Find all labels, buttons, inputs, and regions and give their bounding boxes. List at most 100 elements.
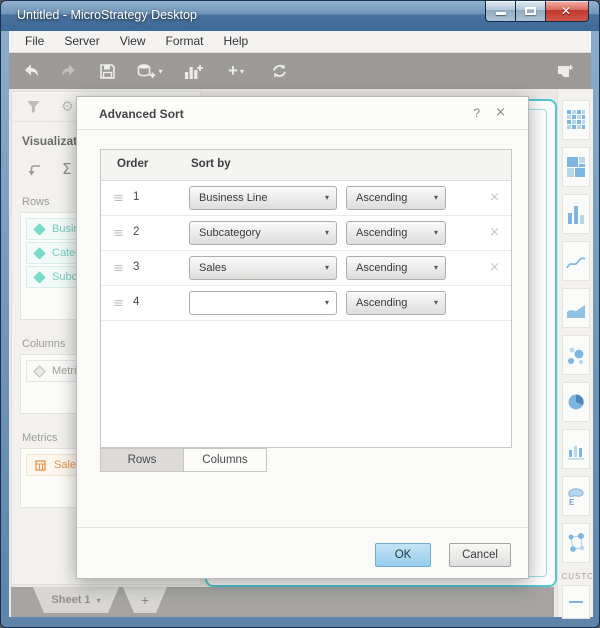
add-data-icon <box>138 63 156 78</box>
plus-icon: + <box>228 61 238 80</box>
tab-rows[interactable]: Rows <box>100 448 184 472</box>
order-number: 1 <box>133 191 140 203</box>
gear-icon[interactable]: ⚙ <box>61 99 74 115</box>
add-data-button[interactable]: ▾ <box>133 60 167 82</box>
direction-dropdown-3[interactable]: Ascending ▾ <box>346 256 446 280</box>
sheet-tab-sheet1[interactable]: Sheet 1 ▾ <box>33 587 119 613</box>
svg-text:E: E <box>569 498 575 507</box>
grid-icon <box>566 110 585 129</box>
menu-bar: File Server View Format Help <box>9 31 591 53</box>
add-visualization-button[interactable] <box>181 60 205 82</box>
undo-icon <box>25 64 38 77</box>
save-icon <box>99 63 115 79</box>
sortby-dropdown-1[interactable]: Business Line ▾ <box>189 186 337 210</box>
line-chart-icon <box>565 257 585 269</box>
attribute-diamond-icon <box>33 246 46 260</box>
refresh-icon <box>272 64 286 78</box>
sheet-bar: Sheet 1 ▾ + <box>11 587 554 617</box>
sort-table: Order Sort by ≡ 1 Business Line ▾ Ascend… <box>100 149 512 448</box>
pivot-icon[interactable] <box>26 162 42 177</box>
pie-chart-icon <box>568 394 584 410</box>
add-sheet-button[interactable]: + <box>123 587 167 613</box>
menu-file[interactable]: File <box>15 31 54 52</box>
menu-format[interactable]: Format <box>155 31 213 52</box>
gallery-line-chart[interactable] <box>561 241 590 281</box>
gallery-grid[interactable] <box>561 100 590 140</box>
drag-handle-icon[interactable]: ≡ <box>113 191 124 206</box>
refresh-button[interactable] <box>267 60 291 82</box>
sort-row-1: ≡ 1 Business Line ▾ Ascending ▾ × <box>101 181 511 216</box>
custom-visualization-icon <box>568 601 583 603</box>
toolbar: ▾ + ▾ <box>9 53 591 89</box>
sortby-dropdown-4[interactable]: ▾ <box>189 291 337 315</box>
gallery-custom-label: CUSTOM <box>561 572 592 581</box>
heat-map-icon <box>566 157 585 177</box>
menu-view[interactable]: View <box>110 31 156 52</box>
combo-chart-icon <box>567 446 584 460</box>
remove-row-icon[interactable]: × <box>489 225 500 240</box>
chevron-down-icon: ▾ <box>433 263 438 272</box>
caption-buttons: ✕ <box>485 1 589 22</box>
sigma-icon[interactable]: Σ <box>62 160 71 178</box>
remove-row-icon[interactable]: × <box>489 190 500 205</box>
metric-table-icon <box>35 459 46 471</box>
gallery-map[interactable]: E <box>561 476 590 516</box>
chevron-down-icon: ▾ <box>158 66 163 76</box>
gallery-custom-visualization[interactable] <box>561 585 590 619</box>
direction-dropdown-4[interactable]: Ascending ▾ <box>346 291 446 315</box>
gallery-area-chart[interactable] <box>561 288 590 328</box>
redo-button[interactable] <box>57 60 81 82</box>
maximize-icon <box>525 7 536 15</box>
drag-handle-icon[interactable]: ≡ <box>113 296 124 311</box>
menu-help[interactable]: Help <box>214 31 259 52</box>
direction-dropdown-2[interactable]: Ascending ▾ <box>346 221 446 245</box>
drag-handle-icon[interactable]: ≡ <box>113 226 124 241</box>
chevron-down-icon: ▾ <box>324 263 329 272</box>
gallery-bubble-chart[interactable] <box>561 335 590 375</box>
gallery-network[interactable] <box>561 523 590 563</box>
window-title: Untitled - MicroStrategy Desktop <box>17 8 197 22</box>
add-visualization-icon <box>184 64 203 79</box>
order-number: 2 <box>133 226 140 238</box>
advanced-sort-dialog: Advanced Sort ? × Order Sort by ≡ 1 Busi… <box>76 96 529 579</box>
minimize-button[interactable] <box>485 1 515 22</box>
area-chart-icon <box>566 305 585 318</box>
remove-row-icon[interactable]: × <box>489 260 500 275</box>
gallery-bar-chart[interactable] <box>561 194 590 234</box>
sortby-dropdown-2[interactable]: Subcategory ▾ <box>189 221 337 245</box>
maximize-button[interactable] <box>515 1 545 22</box>
drag-handle-icon[interactable]: ≡ <box>113 261 124 276</box>
redo-icon <box>62 64 75 77</box>
save-button[interactable] <box>95 60 119 82</box>
visualization-gallery: E CUSTOM <box>557 89 593 619</box>
column-header-sortby: Sort by <box>191 158 231 170</box>
sort-row-3: ≡ 3 Sales ▾ Ascending ▾ × <box>101 251 511 286</box>
dialog-header: Advanced Sort ? × <box>77 97 528 130</box>
gallery-combo-chart[interactable] <box>561 429 590 469</box>
filter-icon[interactable] <box>26 99 41 114</box>
ok-button[interactable]: OK <box>375 543 431 567</box>
sort-row-4: ≡ 4 ▾ Ascending ▾ <box>101 286 511 321</box>
undo-button[interactable] <box>19 60 43 82</box>
sortby-dropdown-3[interactable]: Sales ▾ <box>189 256 337 280</box>
tab-columns[interactable]: Columns <box>183 448 267 472</box>
dialog-close-icon[interactable]: × <box>495 105 506 120</box>
order-number: 3 <box>133 261 140 273</box>
gallery-pie-chart[interactable] <box>561 382 590 422</box>
chevron-down-icon: ▾ <box>433 193 438 202</box>
menu-server[interactable]: Server <box>54 31 109 52</box>
close-button[interactable]: ✕ <box>545 1 589 22</box>
gallery-heat-map[interactable] <box>561 147 590 187</box>
cancel-button[interactable]: Cancel <box>449 543 511 567</box>
title-bar[interactable]: Untitled - MicroStrategy Desktop ✕ <box>1 1 599 31</box>
chevron-down-icon: ▾ <box>96 595 101 605</box>
attribute-diamond-icon <box>33 270 46 284</box>
help-icon[interactable]: ? <box>473 106 480 120</box>
direction-dropdown-1[interactable]: Ascending ▾ <box>346 186 446 210</box>
map-icon: E <box>568 488 584 507</box>
chevron-down-icon: ▾ <box>239 66 244 76</box>
add-page-button[interactable] <box>553 60 577 82</box>
order-number: 4 <box>133 296 140 308</box>
chevron-down-icon: ▾ <box>324 228 329 237</box>
add-menu-button[interactable]: + ▾ <box>219 60 253 82</box>
